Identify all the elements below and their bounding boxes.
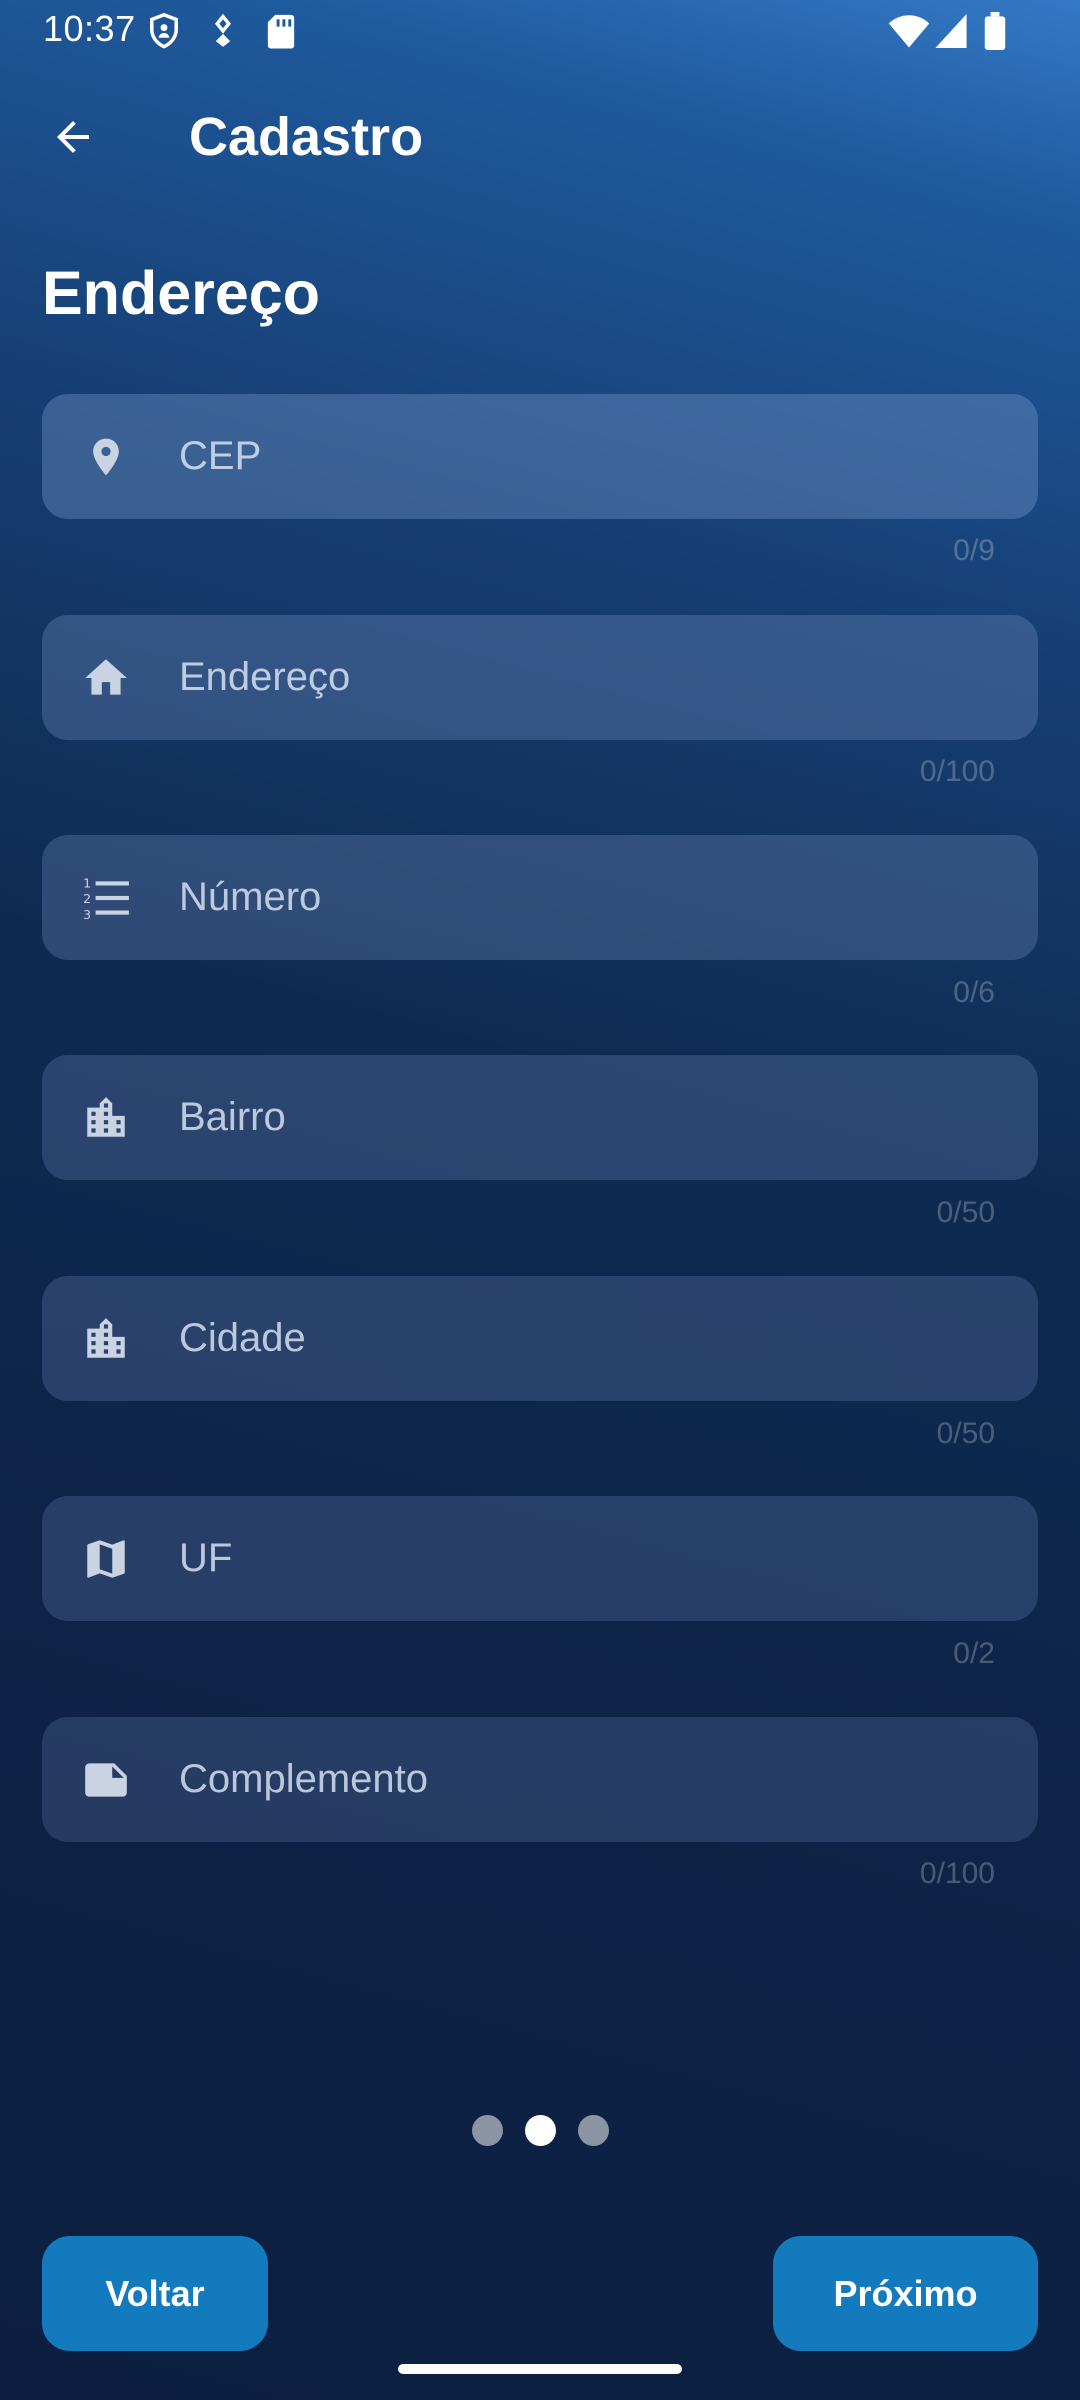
number-counter: 0/6	[953, 976, 995, 1009]
signal-icon	[934, 12, 968, 50]
next-step-button[interactable]: Próximo	[773, 2236, 1038, 2351]
address-field[interactable]	[42, 615, 1038, 740]
address-input[interactable]	[179, 615, 999, 740]
back-button[interactable]	[30, 96, 116, 182]
back-step-button[interactable]: Voltar	[42, 2236, 268, 2351]
cep-input[interactable]	[179, 394, 999, 519]
cep-counter: 0/9	[953, 534, 995, 567]
location-icon	[78, 429, 134, 485]
state-counter: 0/2	[953, 1637, 995, 1670]
svg-text:2: 2	[83, 891, 91, 906]
number-input[interactable]	[179, 835, 999, 960]
number-field[interactable]: 123	[42, 835, 1038, 960]
home-icon	[78, 650, 134, 706]
arrow-back-icon	[49, 113, 97, 166]
page-dot-1	[471, 2115, 503, 2146]
city-field[interactable]	[42, 1276, 1038, 1401]
numbered-list-icon: 123	[78, 870, 134, 926]
city-input[interactable]	[179, 1276, 999, 1401]
neighborhood-input[interactable]	[179, 1055, 999, 1180]
building-icon	[78, 1311, 134, 1367]
complement-input[interactable]	[179, 1717, 999, 1842]
page-dot-2	[524, 2115, 556, 2146]
neighborhood-field[interactable]	[42, 1055, 1038, 1180]
building-icon	[78, 1090, 134, 1146]
complement-counter: 0/100	[919, 1857, 995, 1890]
home-indicator[interactable]	[398, 2364, 682, 2374]
status-bar: 10:37	[0, 0, 1080, 62]
location-pin-small-icon	[210, 12, 236, 50]
wifi-icon	[888, 12, 930, 50]
page-title: Cadastro	[189, 107, 424, 167]
page-dot-3	[577, 2115, 609, 2146]
complement-field[interactable]	[42, 1717, 1038, 1842]
sd-card-icon	[266, 12, 296, 50]
status-time: 10:37	[43, 8, 136, 49]
map-icon	[78, 1531, 134, 1587]
shield-icon	[147, 12, 181, 50]
app-bar: Cadastro	[0, 62, 1080, 210]
battery-icon	[983, 12, 1007, 50]
state-field[interactable]	[42, 1496, 1038, 1621]
note-icon	[78, 1752, 134, 1808]
state-input[interactable]	[179, 1496, 999, 1621]
page-indicator	[0, 2115, 1080, 2147]
city-counter: 0/50	[936, 1417, 995, 1450]
svg-text:1: 1	[83, 876, 91, 891]
cep-field[interactable]	[42, 394, 1038, 519]
svg-text:3: 3	[83, 907, 91, 922]
address-counter: 0/100	[919, 755, 995, 788]
section-title: Endereço	[42, 259, 320, 327]
neighborhood-counter: 0/50	[936, 1196, 995, 1229]
